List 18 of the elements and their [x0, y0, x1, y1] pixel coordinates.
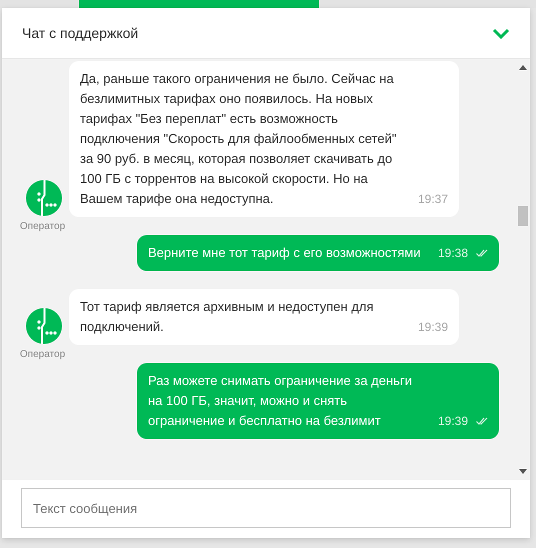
- message-input-field[interactable]: Текст сообщения: [21, 488, 511, 528]
- message-time: 19:39: [418, 319, 448, 335]
- scroll-up-icon[interactable]: [518, 65, 526, 70]
- scrollbar-thumb[interactable]: [518, 206, 528, 226]
- message-text: Верните мне тот тариф с его возможностями: [148, 244, 422, 262]
- chat-title: Чат с поддержкой: [22, 25, 138, 41]
- operator-avatar-icon: [26, 180, 62, 216]
- message-time: 19:39: [438, 413, 468, 429]
- message-text: Раз можете снимать ограничение за деньги на 100 ГБ, значит, можно и снять ограничение и бесплатно на безлимит: [148, 372, 413, 430]
- message-text: Тот тариф является архивным и недоступен для подключений.: [80, 298, 375, 336]
- chevron-icon[interactable]: [492, 28, 510, 38]
- message-text: Да, раньше такого ограничения не было. Сейчас на безлимитных тарифах оно появилось. На новых тарифах "Без переплат" есть возможность подключения "Скорость для файлообменных сетей" за 90 руб. в месяц, которая позволяет скачивать до 100 ГБ с торрентов на высокой скорости. Но на Вашем тарифе она недоступна.: [80, 70, 398, 208]
- sender-label: Оператор: [20, 221, 66, 232]
- message-time: 19:37: [418, 191, 448, 207]
- scroll-down-icon[interactable]: [518, 469, 526, 474]
- sender-label: Оператор: [20, 349, 66, 360]
- message-time: 19:38: [438, 245, 468, 261]
- operator-avatar-icon: [26, 308, 62, 344]
